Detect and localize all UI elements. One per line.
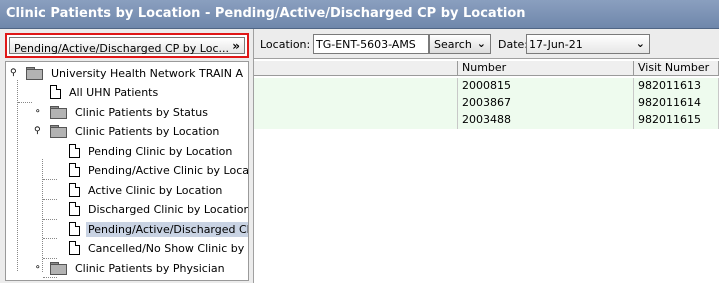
folder-icon [50, 106, 67, 119]
filter-toolbar: Location: TG-ENT-5603-AMS Search ⌄ Date:… [254, 29, 719, 59]
tree-item-pending-active-clinic-by-location[interactable]: Pending/Active Clinic by Locat [69, 161, 249, 179]
chevron-down-icon: ⌄ [635, 37, 645, 50]
tree-connector [42, 159, 43, 272]
chevron-down-icon: ⌄ [476, 37, 486, 50]
expand-toggle-icon[interactable]: ⚲ [34, 126, 44, 136]
tree-item-label: Clinic Patients by Location [75, 124, 220, 138]
document-icon [69, 163, 80, 177]
tree-item-label: Clinic Patients by Physician [75, 261, 225, 275]
table-cell-visit-number: 982011614 [634, 95, 719, 112]
document-icon [69, 241, 80, 255]
tree-item-cancelled-no-show-clinic[interactable]: Cancelled/No Show Clinic by [69, 239, 246, 257]
tree-connector [43, 238, 57, 239]
tree-connector [43, 219, 57, 220]
folder-icon [26, 67, 43, 80]
tree-item-clinic-patients-by-physician[interactable]: ⚬ Clinic Patients by Physician [34, 259, 227, 277]
folder-icon [50, 262, 67, 275]
view-selector-value: Pending/Active/Discharged CP by Loc... [14, 42, 229, 55]
tree-item-label: Cancelled/No Show Clinic by [88, 241, 245, 255]
document-icon [69, 222, 80, 236]
location-input[interactable]: TG-ENT-5603-AMS [313, 34, 429, 54]
table-cell [254, 95, 458, 112]
tree-item-label: Discharged Clinic by Location [88, 202, 249, 216]
window-title: Clinic Patients by Location - Pending/Ac… [6, 6, 526, 21]
table-row[interactable]: 2003488 982011615 [254, 112, 719, 129]
document-icon [69, 144, 80, 158]
tree-root-label: University Health Network TRAIN A [51, 66, 243, 80]
tree-item-label: Pending Clinic by Location [88, 144, 233, 158]
tree-item-label: Active Clinic by Location [88, 183, 223, 197]
view-selector-box[interactable]: Pending/Active/Discharged CP by Loc... » [9, 37, 245, 55]
left-panel: Pending/Active/Discharged CP by Loc... »… [0, 29, 254, 283]
patient-list-tree[interactable]: ⚲ University Health Network TRAIN A All … [5, 61, 249, 281]
tree-item-clinic-patients-by-status[interactable]: ⚬ Clinic Patients by Status [34, 103, 210, 121]
search-dropdown-button[interactable]: Search ⌄ [429, 34, 491, 54]
column-header-number[interactable]: Number [458, 61, 634, 76]
location-label: Location: [260, 38, 311, 51]
tree-item-active-clinic-by-location[interactable]: Active Clinic by Location [69, 181, 224, 199]
window-title-bar: Clinic Patients by Location - Pending/Ac… [0, 0, 719, 29]
table-cell-visit-number: 982011615 [634, 112, 719, 129]
column-header-visit-number[interactable]: Visit Number [634, 61, 719, 76]
tree-item-clinic-patients-by-location[interactable]: ⚲ Clinic Patients by Location [34, 122, 221, 140]
table-cell-number: 2003488 [458, 112, 634, 129]
view-selector-dropdown[interactable]: Pending/Active/Discharged CP by Loc... » [5, 33, 249, 58]
date-dropdown[interactable]: 17-Jun-21 ⌄ [526, 34, 650, 54]
tree-connector [17, 80, 18, 271]
table-cell [254, 112, 458, 129]
tree-item-label: All UHN Patients [69, 85, 159, 99]
table-cell-visit-number: 982011613 [634, 78, 719, 95]
tree-item-discharged-clinic-by-location[interactable]: Discharged Clinic by Location [69, 200, 249, 218]
table-cell-number: 2000815 [458, 78, 634, 95]
patient-grid[interactable]: Number Visit Number 2000815 982011613 20… [254, 59, 719, 283]
search-button-label: Search [434, 38, 472, 51]
tree-item-pending-clinic-by-location[interactable]: Pending Clinic by Location [69, 142, 234, 160]
column-header-blank[interactable] [254, 61, 458, 76]
tree-item-pending-active-discharged-selected[interactable]: Pending/Active/Discharged Cl [69, 220, 248, 238]
document-icon [50, 85, 61, 99]
expand-toggle-icon[interactable]: ⚬ [34, 107, 44, 117]
expand-toggle-icon[interactable]: ⚲ [10, 68, 20, 78]
date-value: 17-Jun-21 [529, 38, 583, 51]
tree-connector [43, 277, 57, 278]
tree-item-label: Clinic Patients by Status [75, 105, 208, 119]
expand-toggle-icon[interactable]: ⚬ [34, 263, 44, 273]
tree-root[interactable]: ⚲ University Health Network TRAIN A [10, 64, 245, 82]
tree-connector [43, 199, 57, 200]
tree-item-label: Pending/Active Clinic by Locat [88, 163, 249, 177]
tree-item-label: Pending/Active/Discharged Cl [86, 221, 248, 237]
tree-connector [43, 179, 57, 180]
folder-icon [50, 125, 67, 138]
document-icon [69, 202, 80, 216]
tree-connector [18, 102, 32, 103]
table-row[interactable]: 2000815 982011613 [254, 78, 719, 95]
date-label: Date: [498, 38, 528, 51]
table-row[interactable]: 2003867 982011614 [254, 95, 719, 112]
tree-item-all-uhn-patients[interactable]: All UHN Patients [50, 83, 160, 101]
table-cell [254, 78, 458, 95]
chevron-double-down-icon[interactable]: » [232, 39, 240, 53]
table-cell-number: 2003867 [458, 95, 634, 112]
document-icon [69, 183, 80, 197]
